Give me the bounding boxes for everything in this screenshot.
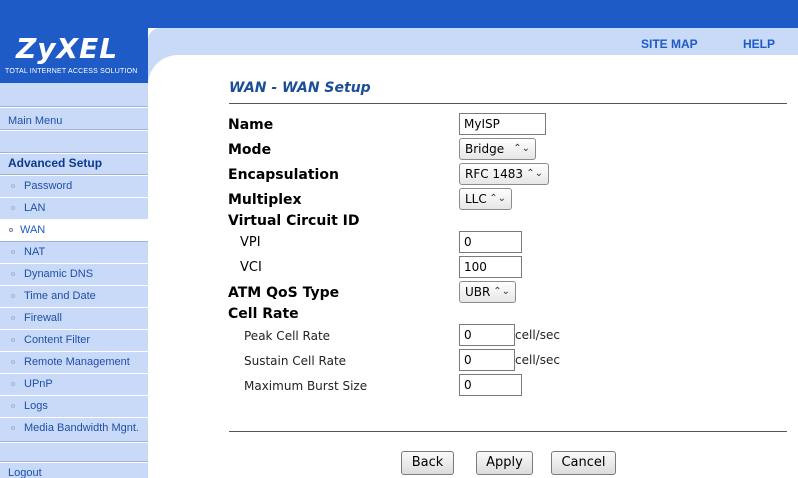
sidebar-item-lan[interactable]: LAN xyxy=(0,198,148,219)
bullet-icon xyxy=(11,184,15,188)
sidebar-item-label: NAT xyxy=(24,246,46,258)
chevron-updown-icon: ⌃⌄ xyxy=(493,286,510,297)
sustain-cell-rate-unit: cell/sec xyxy=(515,353,560,367)
atm-qos-type-select-value: UBR xyxy=(465,285,491,299)
atm-qos-type-label: ATM QoS Type xyxy=(228,285,340,301)
sidebar-item-label: Dynamic DNS xyxy=(24,268,94,280)
sidebar-item-label: Time and Date xyxy=(24,290,96,302)
maximum-burst-size-label: Maximum Burst Size xyxy=(244,379,368,393)
sidebar-item-label: UPnP xyxy=(24,378,53,390)
name-label: Name xyxy=(228,117,274,133)
sidebar-item-media-bandwidth-mgnt[interactable]: Media Bandwidth Mgnt. xyxy=(0,418,148,439)
cell-rate-label: Cell Rate xyxy=(228,306,299,322)
vpi-label: VPI xyxy=(240,235,261,250)
bullet-icon xyxy=(11,206,15,210)
sidebar-item-logs[interactable]: Logs xyxy=(0,396,148,417)
peak-cell-rate-unit: cell/sec xyxy=(515,328,560,342)
mode-select[interactable]: Bridge ⌃⌄ xyxy=(459,138,536,160)
bullet-icon xyxy=(11,316,15,320)
bullet-icon xyxy=(11,426,15,430)
back-button[interactable]: Back xyxy=(401,451,454,475)
sidebar-item-label: Firewall xyxy=(24,312,62,324)
sidebar-item-nat[interactable]: NAT xyxy=(0,242,148,263)
encapsulation-select[interactable]: RFC 1483 ⌃⌄ xyxy=(459,163,549,185)
sidebar-item-firewall[interactable]: Firewall xyxy=(0,308,148,329)
site-map-link[interactable]: SITE MAP xyxy=(641,37,698,51)
sidebar-divider xyxy=(0,130,148,131)
chevron-updown-icon: ⌃⌄ xyxy=(489,193,506,204)
cancel-button[interactable]: Cancel xyxy=(551,451,616,475)
title-divider xyxy=(229,103,787,104)
top-banner xyxy=(0,0,798,28)
sidebar-item-upnp[interactable]: UPnP xyxy=(0,374,148,395)
vci-label: VCI xyxy=(240,260,262,275)
sidebar-main-menu[interactable]: Main Menu xyxy=(0,115,148,127)
bullet-icon xyxy=(11,250,15,254)
encapsulation-label: Encapsulation xyxy=(228,167,339,183)
sidebar-item-label: Password xyxy=(24,180,73,192)
sidebar-item-label: Media Bandwidth Mgnt. xyxy=(24,422,139,434)
form-divider xyxy=(229,431,787,432)
bullet-icon xyxy=(11,272,15,276)
top-nav-bar xyxy=(148,28,798,55)
bullet-icon xyxy=(9,228,13,232)
sidebar-item-content-filter[interactable]: Content Filter xyxy=(0,330,148,351)
sidebar-item-label: Remote Management xyxy=(24,356,130,368)
zyxel-logo: ZyXEL TOTAL INTERNET ACCESS SOLUTION xyxy=(0,28,148,83)
bullet-icon xyxy=(11,404,15,408)
maximum-burst-size-field[interactable]: 0 xyxy=(459,374,522,396)
mode-select-value: Bridge xyxy=(465,142,505,156)
page-title: WAN - WAN Setup xyxy=(229,80,371,96)
name-field[interactable]: MyISP xyxy=(459,113,546,135)
peak-cell-rate-field[interactable]: 0 xyxy=(459,324,515,346)
sidebar-divider xyxy=(0,107,148,108)
encapsulation-select-value: RFC 1483 xyxy=(465,167,523,181)
bullet-icon xyxy=(11,294,15,298)
multiplex-label: Multiplex xyxy=(228,192,302,208)
vci-field[interactable]: 100 xyxy=(459,256,522,278)
sidebar-logout[interactable]: Logout xyxy=(0,467,148,478)
sidebar-item-label: Content Filter xyxy=(24,334,91,346)
sidebar-item-time-and-date[interactable]: Time and Date xyxy=(0,286,148,307)
sidebar-item-label: WAN xyxy=(20,224,46,236)
apply-button[interactable]: Apply xyxy=(476,451,533,475)
logo-tagline: TOTAL INTERNET ACCESS SOLUTION xyxy=(5,68,138,75)
mode-label: Mode xyxy=(228,142,272,158)
bullet-icon xyxy=(11,360,15,364)
sidebar-item-wan[interactable]: WAN xyxy=(0,220,148,241)
router-admin-page: ZyXEL TOTAL INTERNET ACCESS SOLUTION SIT… xyxy=(0,0,798,478)
sidebar-item-remote-management[interactable]: Remote Management xyxy=(0,352,148,373)
peak-cell-rate-label: Peak Cell Rate xyxy=(244,329,331,343)
sidebar-divider xyxy=(0,462,148,463)
sidebar-item-label: LAN xyxy=(24,202,46,214)
sidebar: Main Menu Advanced Setup Password LAN WA… xyxy=(0,83,148,478)
multiplex-select[interactable]: LLC ⌃⌄ xyxy=(459,188,512,210)
vpi-field[interactable]: 0 xyxy=(459,231,522,253)
virtual-circuit-id-label: Virtual Circuit ID xyxy=(228,213,360,229)
bullet-icon xyxy=(11,338,15,342)
sidebar-divider xyxy=(0,153,148,154)
multiplex-select-value: LLC xyxy=(465,192,487,206)
logo-wordmark: ZyXEL xyxy=(16,32,119,65)
sustain-cell-rate-field[interactable]: 0 xyxy=(459,349,515,371)
sidebar-divider xyxy=(0,442,148,443)
sustain-cell-rate-label: Sustain Cell Rate xyxy=(244,354,347,368)
chevron-updown-icon: ⌃⌄ xyxy=(513,143,530,154)
sidebar-item-password[interactable]: Password xyxy=(0,176,148,197)
chevron-updown-icon: ⌃⌄ xyxy=(526,168,543,179)
atm-qos-type-select[interactable]: UBR ⌃⌄ xyxy=(459,281,516,303)
sidebar-item-label: Logs xyxy=(24,400,48,412)
sidebar-item-dynamic-dns[interactable]: Dynamic DNS xyxy=(0,264,148,285)
help-link[interactable]: HELP xyxy=(743,37,775,51)
sidebar-section-advanced-setup[interactable]: Advanced Setup xyxy=(0,156,148,170)
bullet-icon xyxy=(11,382,15,386)
